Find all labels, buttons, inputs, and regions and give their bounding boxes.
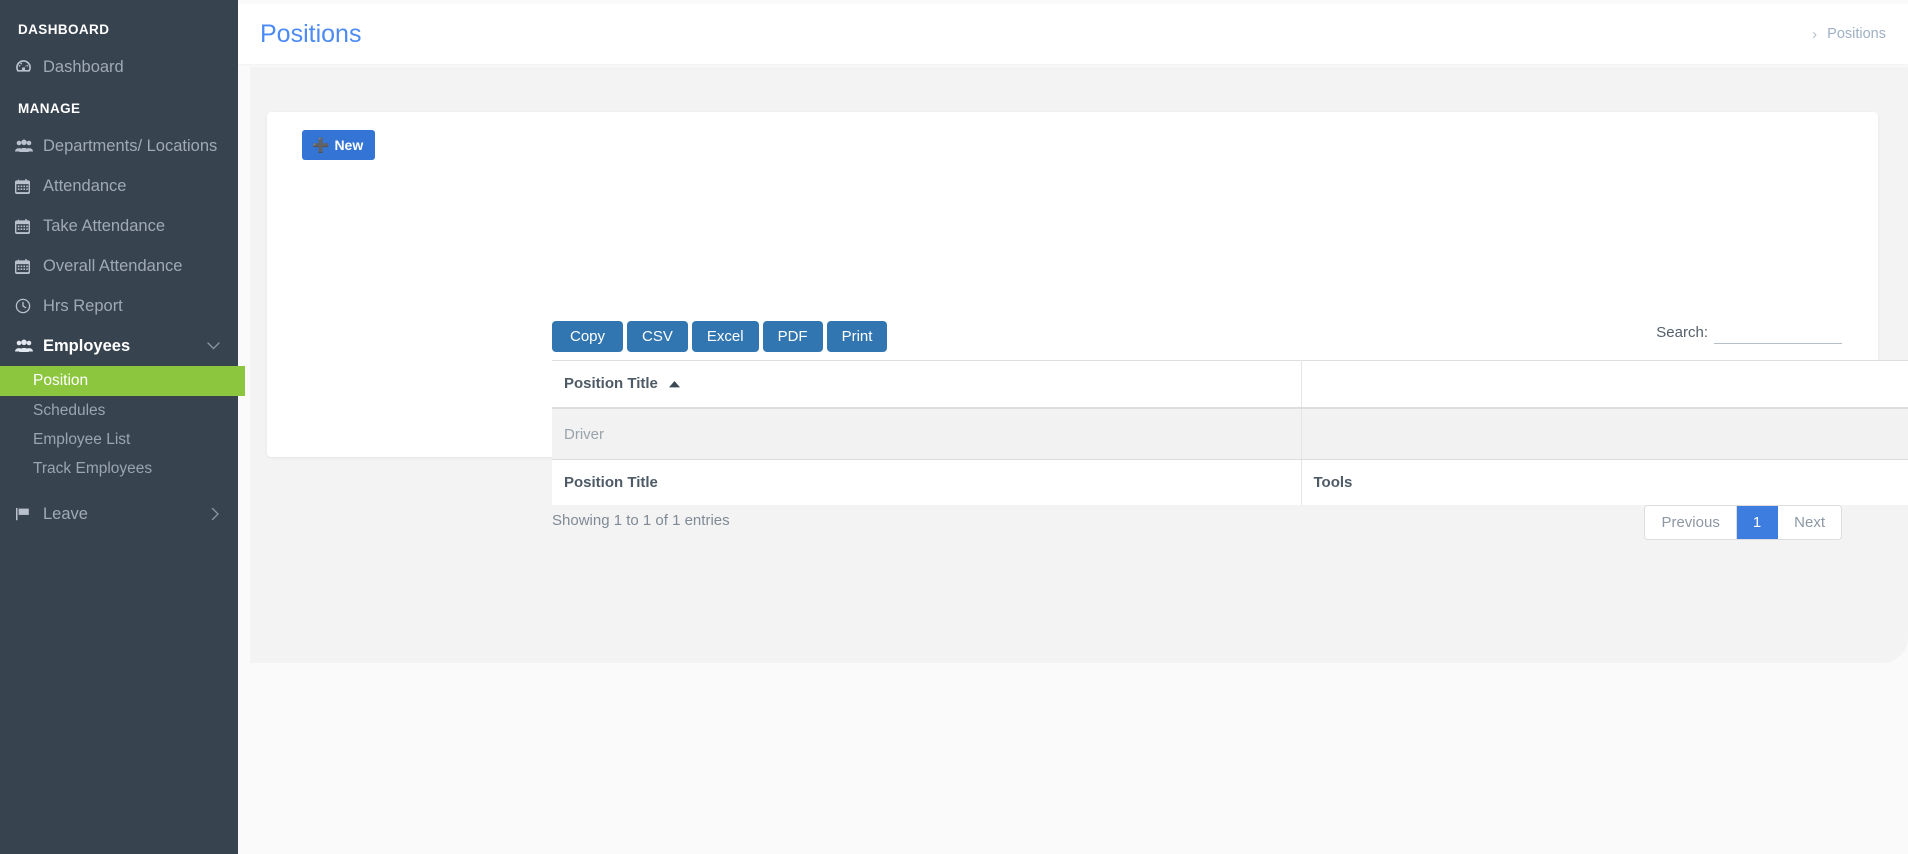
sidebar-subitem-label: Position	[33, 372, 88, 390]
pagination: Previous 1 Next	[1644, 505, 1842, 540]
table-footer-row: Position Title Tools	[552, 460, 1908, 506]
table-header-row: Position Title Tools	[552, 361, 1908, 409]
sidebar-item-label: Leave	[43, 505, 88, 524]
datatable-export-buttons: Copy CSV Excel PDF Print	[552, 321, 887, 352]
search-input[interactable]	[1714, 322, 1842, 344]
sidebar-item-leave[interactable]: Leave	[0, 494, 238, 534]
csv-button[interactable]: CSV	[627, 321, 688, 352]
pdf-button[interactable]: PDF	[763, 321, 823, 352]
sidebar-item-track-employees[interactable]: Track Employees	[0, 454, 238, 483]
new-button-label: New	[334, 137, 363, 153]
sidebar-item-label: Dashboard	[43, 58, 124, 77]
chevron-down-icon	[207, 342, 220, 351]
calendar-icon	[15, 179, 43, 194]
breadcrumb-separator-icon: ›	[1812, 26, 1817, 43]
pagination-page-1[interactable]: 1	[1737, 506, 1778, 539]
cell-tools: Edit Delete	[1301, 408, 1908, 460]
table-row[interactable]: Driver Edit	[552, 408, 1908, 460]
sort-ascending-icon	[669, 375, 680, 392]
sidebar-item-label: Attendance	[43, 177, 126, 196]
chevron-right-icon	[211, 508, 220, 521]
cell-position-title: Driver	[552, 408, 1301, 460]
dashboard-gauge-icon	[15, 59, 43, 76]
search-container: Search:	[1656, 322, 1842, 344]
sidebar-subitem-label: Track Employees	[33, 460, 152, 478]
users-group-icon	[15, 139, 43, 153]
table-foot: Position Title Tools	[552, 460, 1908, 506]
clock-icon	[15, 298, 43, 314]
footer-column-tools: Tools	[1301, 460, 1908, 506]
calendar-icon	[15, 259, 43, 274]
positions-table-container: Position Title Tools	[552, 360, 1908, 505]
positions-card: ➕ New Copy CSV Excel PDF Print Search: P…	[267, 112, 1878, 457]
copy-button[interactable]: Copy	[552, 321, 623, 352]
sidebar-item-label: Overall Attendance	[43, 257, 182, 276]
sidebar: DASHBOARD Dashboard MANAGE	[0, 0, 238, 854]
sidebar-section-dashboard: DASHBOARD	[0, 8, 238, 47]
calendar-icon	[15, 219, 43, 234]
breadcrumb: › Positions	[1812, 26, 1886, 43]
users-group-icon	[15, 339, 43, 353]
sidebar-item-dashboard[interactable]: Dashboard	[0, 47, 238, 87]
sidebar-item-attendance[interactable]: Attendance	[0, 166, 238, 206]
plus-icon: ➕	[312, 138, 329, 152]
print-button[interactable]: Print	[827, 321, 888, 352]
column-header-tools[interactable]: Tools	[1301, 361, 1908, 409]
sidebar-item-employees[interactable]: Employees	[0, 326, 238, 366]
sidebar-item-label: Take Attendance	[43, 217, 165, 236]
flag-icon	[15, 507, 43, 521]
table-body: Driver Edit	[552, 408, 1908, 460]
breadcrumb-current: Positions	[1827, 26, 1886, 42]
table-head: Position Title Tools	[552, 361, 1908, 409]
sidebar-item-position[interactable]: Position	[0, 366, 245, 396]
table-info: Showing 1 to 1 of 1 entries	[552, 512, 730, 529]
column-header-label: Position Title	[564, 375, 658, 392]
sidebar-item-label: Departments/ Locations	[43, 137, 217, 156]
sidebar-item-employee-list[interactable]: Employee List	[0, 425, 238, 454]
positions-table: Position Title Tools	[552, 360, 1908, 505]
sidebar-item-label: Hrs Report	[43, 297, 123, 316]
sidebar-section-manage: MANAGE	[0, 87, 238, 126]
sidebar-item-take-attendance[interactable]: Take Attendance	[0, 206, 238, 246]
excel-button[interactable]: Excel	[692, 321, 759, 352]
sidebar-item-hrs-report[interactable]: Hrs Report	[0, 286, 238, 326]
sidebar-subitem-label: Schedules	[33, 402, 105, 420]
sidebar-item-schedules[interactable]: Schedules	[0, 396, 238, 425]
app-root: DASHBOARD Dashboard MANAGE	[0, 0, 1908, 854]
top-header: Positions › Positions	[238, 4, 1908, 64]
sidebar-item-overall-attendance[interactable]: Overall Attendance	[0, 246, 238, 286]
page-title: Positions	[260, 20, 361, 49]
sidebar-item-departments-locations[interactable]: Departments/ Locations	[0, 126, 238, 166]
pagination-previous[interactable]: Previous	[1645, 506, 1736, 539]
search-label: Search:	[1656, 322, 1708, 344]
new-button[interactable]: ➕ New	[302, 130, 375, 160]
sidebar-item-label: Employees	[43, 337, 130, 356]
column-header-position-title[interactable]: Position Title	[552, 361, 1301, 409]
pagination-next[interactable]: Next	[1778, 506, 1841, 539]
footer-column-position-title: Position Title	[552, 460, 1301, 506]
sidebar-subitem-label: Employee List	[33, 431, 130, 449]
